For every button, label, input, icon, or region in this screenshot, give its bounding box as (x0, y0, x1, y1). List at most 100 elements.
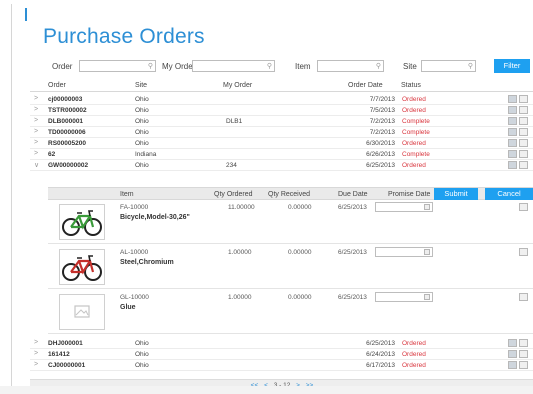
document-icon[interactable] (519, 128, 528, 136)
site: Ohio (135, 107, 149, 114)
table-row[interactable]: ∨ GW00000002 Ohio 234 6/25/2013 Ordered (30, 160, 533, 171)
table-row[interactable]: > RS00005200 Ohio 6/30/2013 Ordered (30, 138, 533, 149)
table-row[interactable]: >161412 Ohio 6/24/2013 Ordered (30, 349, 533, 360)
document-icon[interactable] (519, 339, 528, 347)
document-icon[interactable] (519, 293, 528, 301)
image-icon[interactable] (508, 339, 517, 347)
order-number: RS00005200 (48, 140, 86, 147)
order-status: Ordered (402, 351, 426, 358)
table-row[interactable]: > TD00000006 Ohio 7/2/2013 Complete (30, 127, 533, 138)
order-date: 6/30/2013 (366, 140, 395, 147)
document-icon[interactable] (519, 248, 528, 256)
item-name: Glue (120, 304, 136, 311)
order-filter-input[interactable]: ⚲ (79, 60, 156, 72)
chevron-right-icon[interactable]: > (34, 139, 38, 146)
line-items-header: Item Qty Ordered Qty Received Due Date P… (48, 187, 533, 200)
line-item: FA-10000 Bicycle,Model-30,26" 11.00000 0.00… (48, 200, 533, 244)
order-status: Ordered (402, 162, 426, 169)
chevron-right-icon[interactable]: > (34, 350, 38, 357)
chevron-down-icon[interactable]: ∨ (34, 161, 39, 169)
image-icon[interactable] (508, 106, 517, 114)
chevron-right-icon[interactable]: > (34, 128, 38, 135)
chevron-right-icon[interactable]: > (34, 361, 38, 368)
column-status[interactable]: Status (401, 82, 421, 89)
qty-received-column: Qty Received (268, 191, 311, 198)
document-icon[interactable] (519, 161, 528, 169)
item-column: Item (120, 191, 134, 198)
calendar-icon[interactable] (424, 294, 430, 300)
image-icon[interactable] (508, 350, 517, 358)
order-number: DHJ000001 (48, 340, 83, 347)
order-number: 62 (48, 151, 56, 158)
cancel-button[interactable]: Cancel (485, 188, 533, 200)
filter-button[interactable]: Filter (494, 59, 530, 73)
order-date: 6/25/2013 (366, 162, 395, 169)
accent-bar (25, 8, 27, 21)
item-code: FA-10000 (120, 204, 149, 211)
row-actions (508, 117, 528, 126)
search-icon: ⚲ (375, 63, 381, 70)
document-icon[interactable] (519, 117, 528, 125)
document-icon[interactable] (519, 350, 528, 358)
item-filter-label: Item (295, 62, 311, 71)
search-icon: ⚲ (147, 63, 153, 70)
submit-button[interactable]: Submit (434, 188, 478, 200)
site: Ohio (135, 162, 149, 169)
chevron-right-icon[interactable]: > (34, 95, 38, 102)
image-icon[interactable] (508, 95, 517, 103)
chevron-right-icon[interactable]: > (34, 339, 38, 346)
row-actions (508, 139, 528, 148)
image-icon[interactable] (508, 361, 517, 369)
promise-date-input[interactable] (375, 292, 433, 302)
image-icon[interactable] (508, 161, 517, 169)
order-status: Complete (402, 118, 430, 125)
chevron-right-icon[interactable]: > (34, 117, 38, 124)
order-date: 6/24/2013 (366, 351, 395, 358)
promise-date-input[interactable] (375, 247, 433, 257)
image-icon[interactable] (508, 150, 517, 158)
order-number: 161412 (48, 351, 70, 358)
image-icon[interactable] (508, 128, 517, 136)
promise-date-input[interactable] (375, 202, 433, 212)
document-icon[interactable] (519, 106, 528, 114)
order-number: CJ00000001 (48, 362, 86, 369)
calendar-icon[interactable] (424, 204, 430, 210)
table-row[interactable]: >62 Indiana 6/26/2013 Complete (30, 149, 533, 160)
table-row[interactable]: > cj00000003 Ohio 7/7/2013 Ordered (30, 94, 533, 105)
table-row[interactable]: > DLB000001 Ohio DLB1 7/2/2013 Complete (30, 116, 533, 127)
chevron-right-icon[interactable]: > (34, 150, 38, 157)
status-strip (0, 386, 533, 394)
due-date: 6/25/2013 (338, 294, 367, 301)
calendar-icon[interactable] (424, 249, 430, 255)
order-date: 6/26/2013 (366, 151, 395, 158)
order-status: Ordered (402, 362, 426, 369)
site-filter-input[interactable]: ⚲ (421, 60, 476, 72)
app-frame: Purchase Orders Order ⚲ My Order ⚲ Item … (11, 4, 533, 394)
column-my-order[interactable]: My Order (223, 82, 252, 89)
due-date: 6/25/2013 (338, 249, 367, 256)
line-item: AL-10000 Steel,Chromium 1.00000 0.00000 6/25… (48, 245, 533, 289)
row-actions (508, 350, 528, 359)
site: Ohio (135, 340, 149, 347)
item-filter-input[interactable]: ⚲ (317, 60, 384, 72)
table-row[interactable]: > DHJ000001 Ohio 6/25/2013 Ordered (30, 338, 533, 349)
image-icon[interactable] (508, 117, 517, 125)
row-actions (508, 106, 528, 115)
document-icon[interactable] (519, 361, 528, 369)
table-row[interactable]: > CJ00000001 Ohio 6/17/2013 Ordered (30, 360, 533, 371)
row-actions (508, 128, 528, 137)
document-icon[interactable] (519, 150, 528, 158)
my-order-filter-input[interactable]: ⚲ (192, 60, 275, 72)
image-icon[interactable] (508, 139, 517, 147)
order-date: 7/2/2013 (369, 118, 395, 125)
document-icon[interactable] (519, 95, 528, 103)
my-order-filter-label: My Order (162, 62, 196, 71)
chevron-right-icon[interactable]: > (34, 106, 38, 113)
column-site[interactable]: Site (135, 82, 147, 89)
qty-received: 0.00000 (288, 294, 312, 301)
column-order[interactable]: Order (48, 82, 66, 89)
document-icon[interactable] (519, 139, 528, 147)
column-order-date[interactable]: Order Date (348, 82, 383, 89)
table-row[interactable]: > TSTR000002 Ohio 7/5/2013 Ordered (30, 105, 533, 116)
document-icon[interactable] (519, 203, 528, 211)
